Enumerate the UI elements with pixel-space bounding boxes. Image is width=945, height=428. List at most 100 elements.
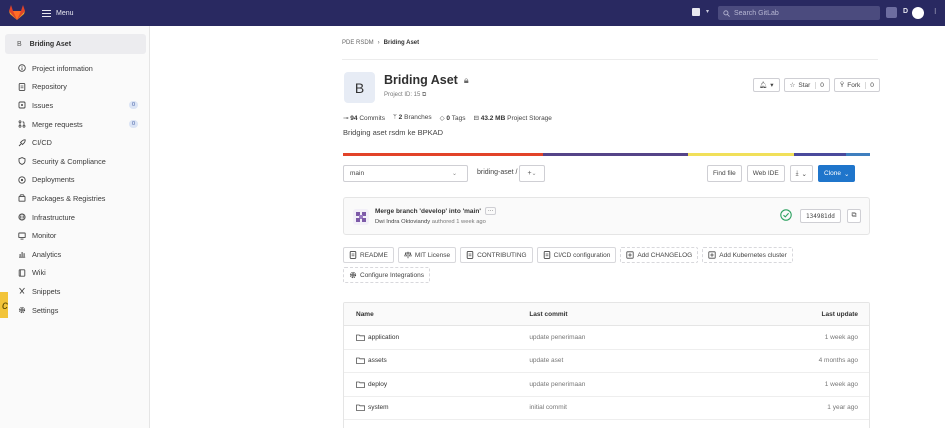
commit-author[interactable]: Dwi Indra Oktoviandy [375, 219, 430, 225]
star-label: Star [798, 81, 811, 89]
star-count[interactable]: 0 [815, 81, 824, 89]
commit-message: Merge branch 'develop' into 'main' ··· [375, 207, 497, 215]
sidebar-item-wiki[interactable]: Wiki [0, 264, 150, 283]
language-segment[interactable] [688, 153, 794, 156]
issues-shortcut-icon[interactable] [886, 7, 897, 18]
issues-icon [18, 101, 26, 109]
commit-title[interactable]: Merge branch 'develop' into 'main' [375, 208, 481, 215]
last-commit-cell[interactable]: update penerimaan [529, 381, 728, 388]
project-actions: 🔔︎ ▾ ☆ Star 0 Ÿ Fork 0 [753, 78, 880, 92]
clone-button[interactable]: Clone ⌄ [817, 165, 856, 182]
add-file-dropdown[interactable]: + ⌄ [519, 165, 545, 182]
language-segment[interactable] [543, 153, 689, 156]
copy-icon[interactable]: ⧉ [422, 92, 426, 98]
table-row: system initial commit 1 year ago [344, 397, 869, 420]
repo-path[interactable]: briding-aset / [477, 169, 517, 176]
sidebar-item-project-information[interactable]: Project information [0, 59, 150, 78]
new-item-icon[interactable] [692, 8, 700, 16]
sidebar-project-name: Briding Aset [29, 40, 72, 48]
gitlab-logo-icon[interactable] [9, 5, 25, 20]
todo-icon[interactable]: D [903, 8, 908, 15]
search-icon [723, 9, 730, 17]
project-title-text: Briding Aset [384, 73, 458, 87]
repo-actions: Find file Web IDE ⤓ ⌄ Clone ⌄ [707, 165, 856, 182]
help-icon[interactable]: ⁝ [934, 7, 937, 16]
chevron-down-icon: ⌄ [801, 170, 807, 178]
file-name-cell[interactable]: deploy [344, 381, 529, 388]
ellipsis-icon[interactable]: ··· [484, 207, 497, 215]
copy-sha-button[interactable]: ⧉ [847, 209, 861, 223]
sidebar-item-issues[interactable]: Issues 0 [0, 96, 150, 115]
language-segment[interactable] [846, 153, 870, 156]
sidebar-item-repository[interactable]: Repository [0, 78, 150, 97]
sidebar-item-ci-cd[interactable]: CI/CD [0, 133, 150, 152]
column-last-commit: Last commit [529, 310, 568, 318]
file-name-cell[interactable]: assets [344, 357, 529, 364]
star-button[interactable]: ☆ Star 0 [783, 78, 830, 92]
sidebar-item-packages-registries[interactable]: Packages & Registries [0, 189, 150, 208]
scissors-icon [18, 287, 26, 295]
pipeline-passed-icon[interactable] [780, 209, 792, 221]
project-description: Bridging aset rsdm ke BPKAD [343, 128, 444, 137]
file-name[interactable]: deploy [368, 381, 387, 388]
find-file-button[interactable]: Find file [707, 165, 742, 182]
sidebar-item-deployments[interactable]: Deployments [0, 171, 150, 190]
last-commit-cell[interactable]: initial commit [529, 404, 728, 411]
language-bar[interactable] [343, 153, 870, 156]
file-name[interactable]: assets [368, 357, 387, 364]
breadcrumb-project[interactable]: Briding Aset [384, 40, 419, 46]
language-segment[interactable] [343, 153, 544, 156]
tags-stat[interactable]: ◇ 0 Tags [440, 114, 466, 122]
commit-sha[interactable]: 134981dd [800, 209, 841, 223]
web-ide-button[interactable]: Web IDE [746, 165, 785, 182]
sidebar-item-label: Infrastructure [32, 212, 75, 222]
copy-icon: ⧉ [851, 212, 857, 219]
sidebar-item-monitor[interactable]: Monitor [0, 226, 150, 245]
sidebar-item-snippets[interactable]: Snippets [0, 282, 150, 301]
file-name-cell[interactable]: system [344, 404, 529, 411]
collapse-sidebar-tab[interactable]: c [0, 292, 8, 318]
last-commit-box: Merge branch 'develop' into 'main' ··· D… [343, 197, 870, 235]
fork-count[interactable]: 0 [865, 81, 874, 89]
storage-stat[interactable]: ⊟ 43.2 MB Project Storage [473, 114, 551, 122]
breadcrumb-group[interactable]: PDE RSDM [342, 40, 374, 46]
branch-selector[interactable]: main ⌄ [343, 165, 468, 182]
sidebar-item-analytics[interactable]: Analytics [0, 245, 150, 264]
commit-time: authored 1 week ago [431, 219, 486, 225]
last-commit-cell[interactable]: update aset [529, 357, 728, 364]
author-avatar[interactable] [353, 209, 369, 225]
sidebar-item-merge-requests[interactable]: Merge requests 0 [0, 115, 150, 134]
table-row: application update penerimaan 1 week ago [344, 326, 869, 350]
download-button[interactable]: ⤓ ⌄ [789, 165, 813, 182]
sidebar-project-header[interactable]: B Briding Aset [5, 34, 146, 54]
shortcut-ci-cd-configuration[interactable]: CI/CD configuration [536, 247, 617, 263]
commits-stat[interactable]: ⊸ 94 Commits [343, 114, 385, 122]
sidebar-item-label: Packages & Registries [32, 193, 106, 203]
shortcut-mit-license[interactable]: MIT License [397, 247, 457, 263]
shortcut-readme[interactable]: README [343, 247, 394, 263]
sidebar-item-infrastructure[interactable]: Infrastructure [0, 208, 150, 227]
menu-button[interactable]: Menu [42, 6, 74, 20]
sidebar-item-security-compliance[interactable]: Security & Compliance [0, 152, 150, 171]
shortcut-add-kubernetes-cluster[interactable]: Add Kubernetes cluster [702, 247, 793, 263]
sidebar: B Briding Aset Project information Reposi… [0, 26, 150, 428]
chevron-down-icon[interactable]: ▾ [706, 8, 709, 15]
branches-label: Branches [404, 114, 432, 121]
branches-count: 2 [398, 114, 403, 121]
sidebar-item-settings[interactable]: Settings [0, 301, 150, 320]
file-name[interactable]: system [368, 404, 389, 411]
shortcut-contributing[interactable]: CONTRIBUTING [460, 247, 533, 263]
notification-button[interactable]: 🔔︎ ▾ [753, 78, 780, 92]
storage-size: 43.2 MB [480, 115, 506, 122]
shortcut-configure-integrations[interactable]: Configure Integrations [343, 267, 430, 283]
last-commit-cell[interactable]: update penerimaan [529, 334, 728, 341]
branches-stat[interactable]: ᛘ 2 Branches [393, 114, 432, 122]
sidebar-item-label: Issues [32, 100, 54, 110]
fork-button[interactable]: Ÿ Fork 0 [833, 78, 880, 92]
user-avatar[interactable] [912, 7, 924, 19]
shortcut-add-changelog[interactable]: Add CHANGELOG [620, 247, 699, 263]
language-segment[interactable] [793, 153, 847, 156]
search-box[interactable]: Search GitLab [718, 6, 880, 20]
file-name[interactable]: application [368, 334, 399, 341]
file-name-cell[interactable]: application [344, 334, 529, 341]
